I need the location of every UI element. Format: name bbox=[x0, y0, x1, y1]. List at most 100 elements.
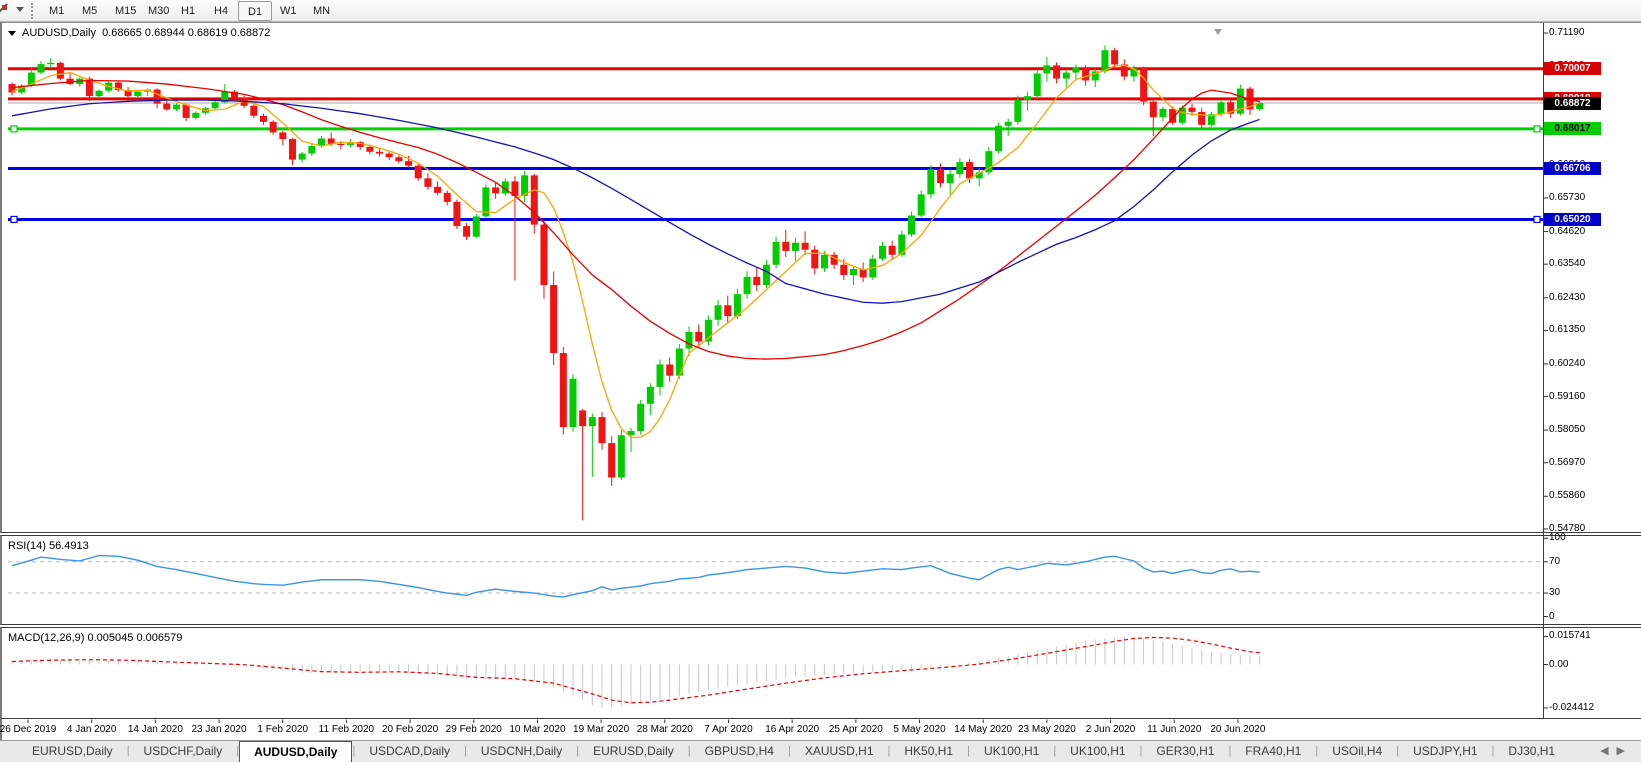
tab-scroll-right-icon[interactable]: ▶ bbox=[1617, 745, 1633, 757]
date-label: 14 May 2020 bbox=[954, 724, 1013, 735]
candle-body-bear bbox=[666, 364, 674, 376]
candle-body-bear bbox=[695, 331, 703, 342]
candle-body-bull bbox=[646, 386, 654, 404]
candle-body-bull bbox=[211, 102, 219, 109]
price-tick-label: 0.64620 bbox=[1549, 225, 1586, 237]
line-handle[interactable] bbox=[10, 215, 18, 224]
timeframe-h4[interactable]: H4 bbox=[205, 1, 237, 21]
candle-body-bear bbox=[1111, 50, 1119, 65]
chart-tab-eurusd-daily[interactable]: EURUSD,Daily bbox=[579, 741, 688, 762]
candle-body-bull bbox=[762, 264, 770, 286]
candle-body-bull bbox=[1014, 99, 1022, 122]
chart-tab-uk100-h1[interactable]: UK100,H1 bbox=[970, 741, 1053, 762]
chart-tab-usdcad-daily[interactable]: USDCAD,Daily bbox=[355, 741, 464, 762]
candle-body-bull bbox=[617, 435, 625, 478]
candle-body-bull bbox=[927, 169, 935, 195]
date-label: 11 Feb 2020 bbox=[318, 724, 375, 735]
candle-body-bull bbox=[995, 125, 1003, 152]
candle-body-bull bbox=[172, 104, 180, 110]
candle-body-bear bbox=[337, 143, 345, 146]
chart-tab-hk50-h1[interactable]: HK50,H1 bbox=[890, 741, 967, 762]
candle-body-bull bbox=[472, 216, 480, 237]
candle-body-bull bbox=[134, 91, 142, 97]
date-label: 10 Mar 2020 bbox=[509, 724, 566, 735]
candle-body-bull bbox=[820, 254, 828, 269]
line-handle[interactable] bbox=[10, 125, 18, 133]
price-badge-0.68017: 0.68017 bbox=[1544, 122, 1601, 136]
candle-body-bull bbox=[917, 194, 925, 216]
candle-body-bear bbox=[414, 165, 422, 179]
candle-body-bear bbox=[434, 186, 442, 193]
line-handle[interactable] bbox=[1533, 215, 1541, 224]
price-tick-label: 0.61350 bbox=[1549, 324, 1586, 336]
chart-tab-usdchf-daily[interactable]: USDCHF,Daily bbox=[130, 741, 237, 762]
date-label: 11 Jun 2020 bbox=[1147, 724, 1202, 735]
candle-body-bear bbox=[937, 169, 945, 184]
candle-body-bear bbox=[724, 305, 732, 317]
chart-styles-icon[interactable] bbox=[0, 2, 12, 19]
chart-tab-usdjpy-h1[interactable]: USDJPY,H1 bbox=[1399, 741, 1491, 762]
timeframe-m5[interactable]: M5 bbox=[73, 1, 106, 21]
timeframe-w1[interactable]: W1 bbox=[271, 1, 306, 21]
candle-body-bull bbox=[298, 153, 306, 160]
candle-body-bull bbox=[308, 146, 316, 154]
macd-scale-label: 0.00 bbox=[1549, 658, 1569, 670]
chart-tab-uk100-h1[interactable]: UK100,H1 bbox=[1056, 741, 1139, 762]
candle-body-bear bbox=[463, 226, 471, 237]
chart-canvas[interactable] bbox=[0, 0, 1641, 762]
candle-body-bull bbox=[685, 331, 693, 349]
chart-shift-marker-icon[interactable] bbox=[1214, 29, 1222, 35]
candle-body-bull bbox=[1217, 102, 1225, 115]
candle-body-bull bbox=[849, 269, 857, 276]
rsi-scale-label: 0 bbox=[1549, 610, 1555, 622]
candle-body-bear bbox=[888, 245, 896, 255]
candle-body-bull bbox=[743, 276, 751, 295]
chart-tab-fra40-h1[interactable]: FRA40,H1 bbox=[1231, 741, 1315, 762]
candle-body-bear bbox=[1053, 65, 1061, 79]
candle-body-bull bbox=[1033, 73, 1041, 97]
timeframe-h1[interactable]: H1 bbox=[172, 1, 204, 21]
candle-body-bear bbox=[530, 175, 538, 225]
candle-body-bull bbox=[192, 112, 200, 118]
timeframe-mn[interactable]: MN bbox=[304, 1, 339, 21]
candle-body-bull bbox=[47, 62, 55, 65]
price-tick-label: 0.56970 bbox=[1549, 456, 1586, 468]
chart-tab-eurusd-daily[interactable]: EURUSD,Daily bbox=[18, 741, 127, 762]
candle-body-bear bbox=[782, 241, 790, 251]
candle-body-bear bbox=[801, 242, 809, 250]
chart-symbol-label: AUDUSD,Daily bbox=[22, 27, 96, 39]
date-label: 19 Mar 2020 bbox=[573, 724, 630, 735]
date-label: 2 Jun 2020 bbox=[1085, 724, 1136, 735]
candle-body-bear bbox=[540, 224, 548, 286]
tab-scroll-left-icon[interactable]: ◀ bbox=[1600, 745, 1616, 757]
candle-body-bear bbox=[1082, 67, 1090, 81]
candle-body-bear bbox=[153, 89, 161, 104]
candle-body-bull bbox=[946, 174, 954, 184]
ma-slow-line bbox=[11, 99, 1260, 304]
macd-main-value: 0.005045 bbox=[87, 632, 134, 644]
chart-tab-ger30-h1[interactable]: GER30,H1 bbox=[1142, 741, 1228, 762]
rsi-scale-label: 70 bbox=[1549, 555, 1561, 567]
timeframe-d1[interactable]: D1 bbox=[238, 1, 273, 21]
line-handle[interactable] bbox=[1533, 125, 1541, 133]
candle-body-bear bbox=[288, 139, 296, 160]
toolbar-grip-icon[interactable] bbox=[31, 3, 34, 19]
chart-tab-gbpusd-h4[interactable]: GBPUSD,H4 bbox=[691, 741, 788, 762]
chart-tab-audusd-daily[interactable]: AUDUSD,Daily bbox=[239, 741, 353, 762]
mt4-window: M1 M5 M15 M30 H1 H4 D1 W1 MN AUDUSD,Daily 0.6866… bbox=[0, 0, 1641, 762]
styles-dropdown-caret-icon[interactable] bbox=[16, 7, 24, 12]
date-label: 20 Jun 2020 bbox=[1210, 724, 1266, 735]
price-tick-label: 0.65730 bbox=[1549, 192, 1586, 203]
date-label: 23 May 2020 bbox=[1017, 724, 1076, 735]
chart-tab-usoil-h4[interactable]: USOil,H4 bbox=[1318, 741, 1396, 762]
candle-body-bear bbox=[753, 276, 761, 286]
chart-tab-xauusd-h1[interactable]: XAUUSD,H1 bbox=[791, 741, 888, 762]
candle-body-bull bbox=[1043, 65, 1051, 74]
chart-tab-usdcnh-daily[interactable]: USDCNH,Daily bbox=[467, 741, 576, 762]
tab-scroll-arrows[interactable]: ◀▶ bbox=[1600, 744, 1633, 757]
candle-body-bull bbox=[569, 378, 577, 428]
chart-collapse-icon[interactable] bbox=[8, 30, 16, 36]
chart-tab-dj30-h1[interactable]: DJ30,H1 bbox=[1494, 741, 1569, 762]
timeframe-m1[interactable]: M1 bbox=[40, 1, 73, 21]
candle-body-bull bbox=[675, 348, 683, 376]
